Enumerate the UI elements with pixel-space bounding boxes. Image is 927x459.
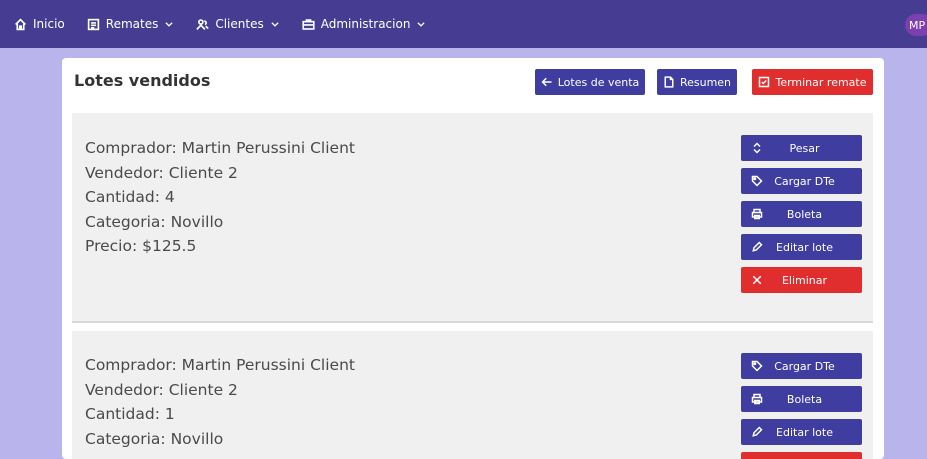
lote-card: Comprador: Martin Perussini Client Vende…: [72, 331, 873, 459]
document-icon: [664, 76, 674, 88]
editar-lote-button[interactable]: Editar lote: [741, 419, 862, 445]
chevron-down-icon: [165, 22, 173, 27]
pesar-button[interactable]: Pesar: [741, 135, 862, 161]
boleta-label: Boleta: [786, 392, 823, 406]
chevron-down-icon: [417, 22, 425, 27]
lote-card: Comprador: Martin Perussini Client Vende…: [72, 113, 873, 323]
top-navbar: Inicio Remates Clientes Administracion M…: [0, 0, 927, 48]
nav-label-inicio: Inicio: [33, 17, 65, 31]
check-square-icon: [759, 76, 770, 88]
nav-item-clientes[interactable]: Clientes: [196, 17, 279, 31]
close-icon: [752, 275, 762, 285]
nav-label-administracion: Administracion: [320, 17, 411, 31]
lote-info: Comprador: Martin Perussini Client Vende…: [85, 353, 355, 451]
arrow-left-icon: [541, 77, 552, 87]
comprador-text: Comprador: Martin Perussini Client: [85, 139, 355, 157]
lotes-panel: Lotes vendidos Lotes de venta Resumen Te…: [62, 58, 884, 459]
vendedor-text: Vendedor: Cliente 2: [85, 380, 238, 399]
boleta-button[interactable]: Boleta: [741, 386, 862, 412]
page-title: Lotes vendidos: [74, 71, 211, 90]
resumen-label: Resumen: [679, 75, 732, 89]
comprador-text: Comprador: Martin Perussini Client: [85, 356, 355, 374]
cantidad-text: Cantidad: 4: [85, 188, 175, 206]
editar-lote-button[interactable]: Editar lote: [741, 234, 862, 260]
terminar-remate-label: Terminar remate: [775, 75, 867, 89]
resumen-button[interactable]: Resumen: [657, 69, 737, 95]
printer-icon: [751, 208, 763, 220]
cargar-dte-label: Cargar DTe: [774, 359, 835, 373]
home-icon: [15, 17, 26, 30]
editar-lote-label: Editar lote: [776, 425, 833, 439]
nav-label-clientes: Clientes: [215, 17, 264, 31]
list-icon: [87, 18, 99, 30]
precio-text: Precio: $125.5: [85, 237, 197, 255]
eliminar-button[interactable]: Eliminar: [741, 267, 862, 293]
editar-lote-label: Editar lote: [776, 240, 833, 254]
terminar-remate-button[interactable]: Terminar remate: [752, 69, 873, 95]
printer-icon: [751, 393, 763, 405]
briefcase-icon: [302, 18, 315, 30]
cargar-dte-button[interactable]: Cargar DTe: [741, 353, 862, 379]
boleta-label: Boleta: [786, 207, 823, 221]
cargar-dte-button[interactable]: Cargar DTe: [741, 168, 862, 194]
chevron-down-icon: [271, 22, 279, 27]
nav-item-inicio[interactable]: Inicio: [14, 17, 65, 31]
pencil-icon: [752, 426, 763, 437]
lotes-de-venta-label: Lotes de venta: [557, 75, 640, 89]
users-icon: [196, 18, 210, 30]
pencil-icon: [752, 241, 763, 252]
boleta-button[interactable]: Boleta: [741, 201, 862, 227]
lote-info: Comprador: Martin Perussini Client Vende…: [85, 136, 355, 259]
cantidad-text: Cantidad: 1: [85, 405, 175, 423]
eliminar-button[interactable]: [741, 452, 862, 459]
nav-label-remates: Remates: [105, 17, 159, 31]
user-avatar[interactable]: MP: [905, 14, 927, 36]
categoria-text: Categoria: Novillo: [85, 212, 224, 231]
eliminar-label: Eliminar: [781, 273, 828, 287]
vendedor-text: Vendedor: Cliente 2: [85, 163, 238, 182]
tag-icon: [751, 360, 763, 372]
nav-item-remates[interactable]: Remates: [87, 17, 175, 31]
tag-icon: [751, 175, 763, 187]
up-down-arrows-icon: [753, 142, 761, 154]
pesar-label: Pesar: [789, 141, 820, 155]
nav-item-administracion[interactable]: Administracion: [302, 17, 427, 31]
categoria-text: Categoria: Novillo: [85, 429, 224, 448]
lotes-de-venta-button[interactable]: Lotes de venta: [535, 69, 645, 95]
cargar-dte-label: Cargar DTe: [774, 174, 835, 188]
